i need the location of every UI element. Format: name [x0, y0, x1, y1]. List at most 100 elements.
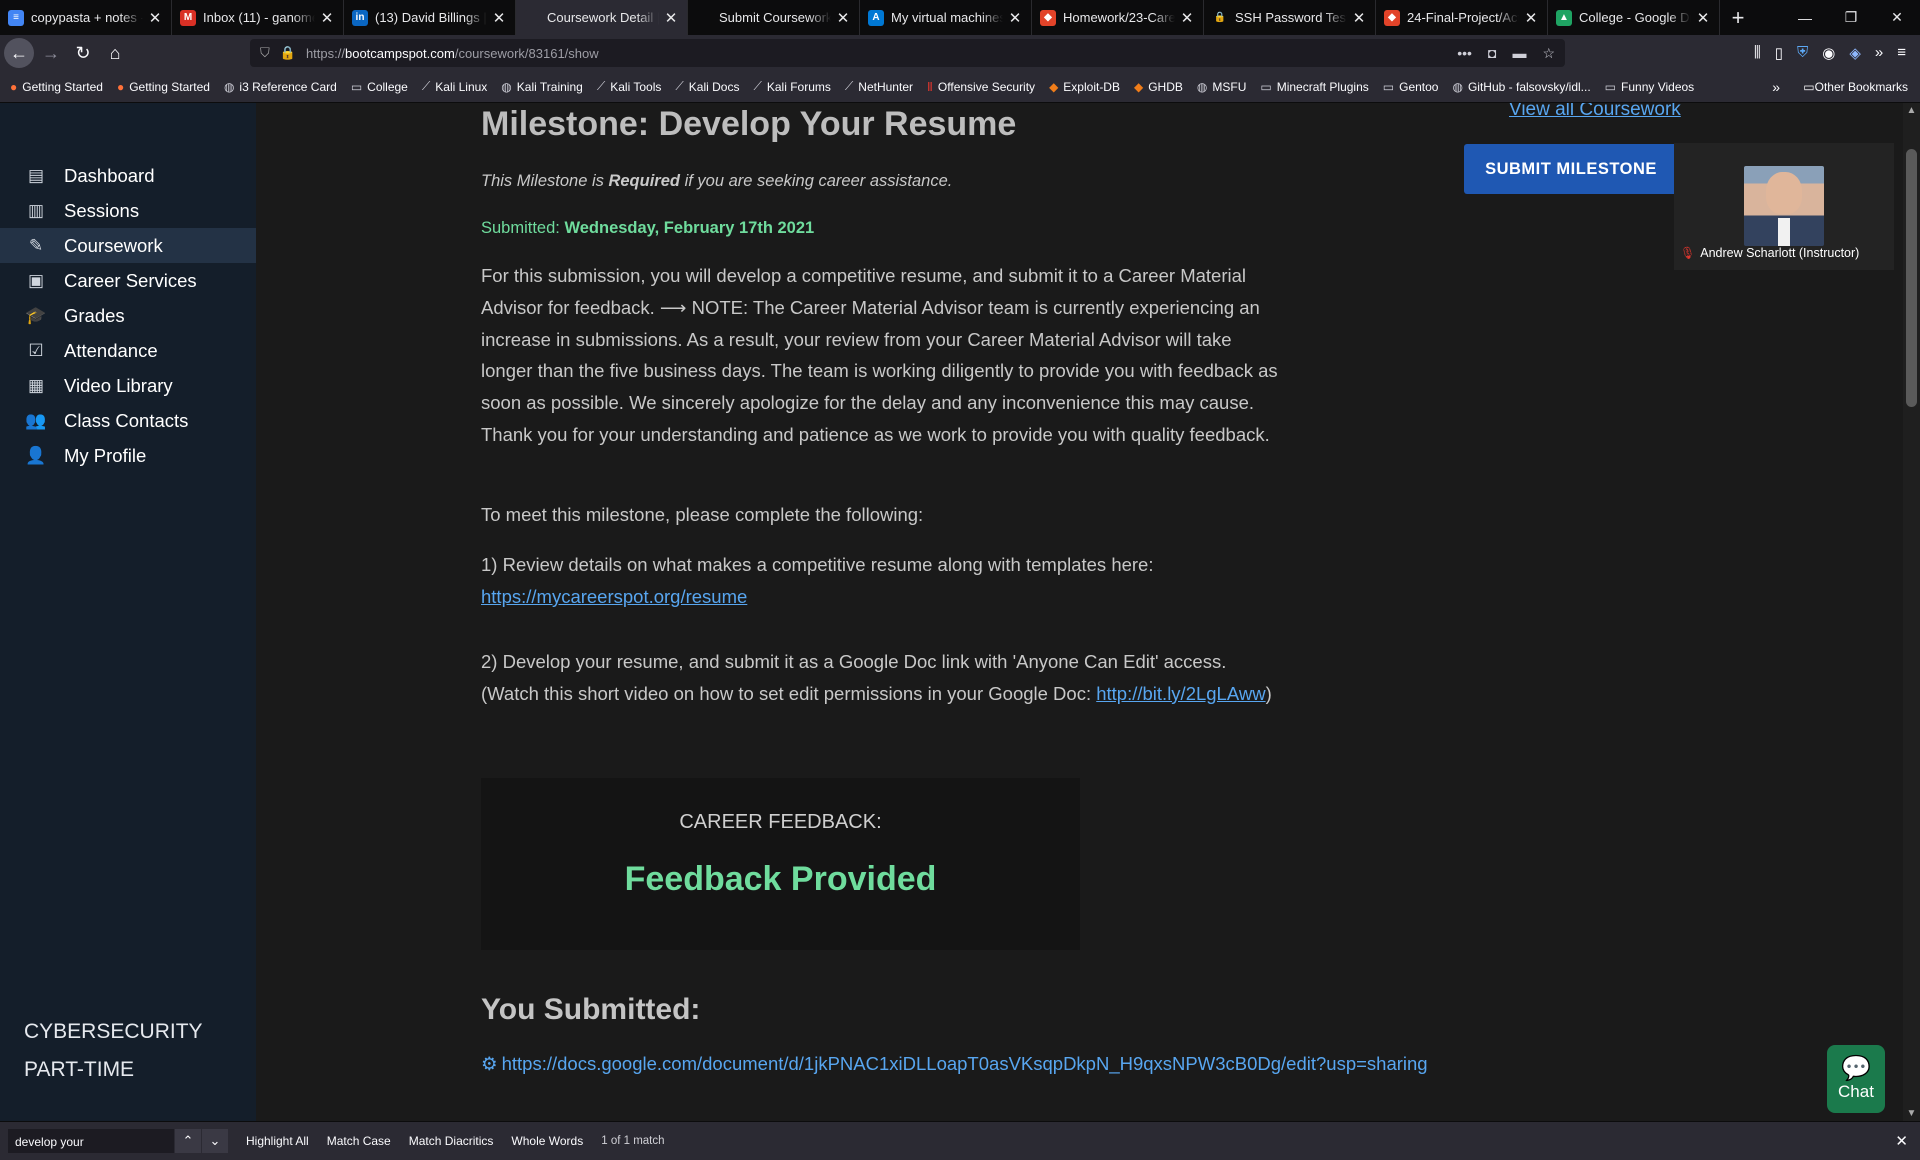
- bookmark-item[interactable]: ● Getting Started: [117, 80, 210, 94]
- close-tab-icon[interactable]: ✕: [1007, 9, 1023, 27]
- bookmark-item[interactable]: ▭ Funny Videos: [1605, 80, 1695, 94]
- close-window-icon[interactable]: ✕: [1874, 0, 1920, 35]
- muted-mic-icon: 🎙: [1680, 246, 1696, 260]
- sidebar-item-class-contacts[interactable]: 👥 Class Contacts: [0, 403, 256, 438]
- browser-tab[interactable]: 🔒 SSH Password Testin ✕: [1204, 0, 1376, 35]
- close-tab-icon[interactable]: ✕: [319, 9, 335, 27]
- url-host: bootcampspot.com: [344, 45, 455, 61]
- bookmark-star-icon[interactable]: ☆: [1542, 45, 1555, 62]
- zoom-video-tile[interactable]: 🎙 Andrew Scharlott (Instructor): [1674, 143, 1894, 270]
- user-icon: 👤: [25, 445, 47, 465]
- other-bookmarks[interactable]: ▭ Other Bookmarks: [1803, 80, 1908, 94]
- pocket-icon[interactable]: ◘: [1488, 45, 1496, 62]
- match-case-toggle[interactable]: Match Case: [327, 1134, 391, 1148]
- bookmark-item[interactable]: ◍ i3 Reference Card: [224, 80, 337, 94]
- whole-words-toggle[interactable]: Whole Words: [511, 1134, 583, 1148]
- container-icon[interactable]: ◈: [1849, 44, 1861, 62]
- sidebar-item-attendance[interactable]: ☑ Attendance: [0, 333, 256, 368]
- new-tab-button[interactable]: +: [1720, 0, 1756, 35]
- browser-tab[interactable]: ◆ 24-Final-Project/Acti ✕: [1376, 0, 1548, 35]
- bookmark-item[interactable]: Ⅱ Offensive Security: [927, 80, 1035, 94]
- browser-tab[interactable]: in (13) David Billings | L ✕: [344, 0, 516, 35]
- sidebar-item-career-services[interactable]: ▣ Career Services: [0, 263, 256, 298]
- bookmark-item[interactable]: ⟋ Kali Forums: [753, 79, 830, 94]
- back-arrow-icon[interactable]: ←: [4, 38, 34, 68]
- close-tab-icon[interactable]: ✕: [1179, 9, 1195, 27]
- browser-tab[interactable]: Coursework Detail | Boo ✕: [516, 0, 688, 35]
- bookmark-item[interactable]: ◍ Kali Training: [501, 80, 583, 94]
- sidebar-toggle-icon[interactable]: ▯: [1775, 44, 1783, 62]
- url-bar[interactable]: ⛉ 🔒 https://bootcampspot.com/coursework/…: [250, 39, 1565, 67]
- sidebar-item-label: Career Services: [64, 269, 197, 291]
- close-tab-icon[interactable]: ✕: [663, 9, 679, 27]
- window-controls: — ❐ ✕: [1782, 0, 1920, 35]
- close-tab-icon[interactable]: ✕: [1695, 9, 1711, 27]
- find-next-icon[interactable]: ⌄: [202, 1129, 228, 1153]
- sessions-icon: ▥: [27, 200, 45, 220]
- restore-icon[interactable]: ❐: [1828, 0, 1874, 35]
- sidebar-item-sessions[interactable]: ▥ Sessions: [0, 193, 256, 228]
- browser-tab[interactable]: A My virtual machines ✕: [860, 0, 1032, 35]
- bitwarden-icon[interactable]: ⛨: [1797, 44, 1808, 62]
- minimize-icon[interactable]: —: [1782, 0, 1828, 35]
- find-bar: develop your ⌃ ⌄ Highlight All Match Cas…: [0, 1121, 1920, 1160]
- close-tab-icon[interactable]: ✕: [147, 9, 163, 27]
- tab-title: Submit Coursework | Bo: [719, 10, 831, 25]
- bookmark-item[interactable]: ▭ Gentoo: [1383, 80, 1439, 94]
- video-link[interactable]: http://bit.ly/2LgLAww: [1096, 683, 1265, 704]
- highlight-all-toggle[interactable]: Highlight All: [246, 1134, 309, 1148]
- bookmark-item[interactable]: ◆ Exploit-DB: [1049, 80, 1120, 94]
- program-name: CYBERSECURITY PART-TIME: [24, 1013, 203, 1089]
- bookmark-item[interactable]: ⟋ Kali Tools: [597, 79, 662, 94]
- reload-icon[interactable]: ↻: [68, 38, 98, 68]
- page-actions-icon[interactable]: •••: [1457, 45, 1472, 62]
- extension-icon[interactable]: ◉: [1822, 44, 1835, 62]
- lock-icon[interactable]: 🔒: [280, 45, 296, 61]
- close-tab-icon[interactable]: ✕: [835, 9, 851, 27]
- sidebar-item-coursework[interactable]: ✎ Coursework: [0, 228, 256, 263]
- resume-templates-link[interactable]: https://mycareerspot.org/resume: [481, 586, 747, 607]
- find-previous-icon[interactable]: ⌃: [175, 1129, 201, 1153]
- tracking-shield-icon[interactable]: ⛉: [260, 45, 270, 61]
- bookmark-item[interactable]: ▭ Minecraft Plugins: [1260, 80, 1368, 94]
- flag-icon[interactable]: ▬: [1512, 45, 1526, 62]
- sidebar-item-my-profile[interactable]: 👤 My Profile: [0, 438, 256, 473]
- close-tab-icon[interactable]: ✕: [1351, 9, 1367, 27]
- browser-tab[interactable]: Submit Coursework | Bo ✕: [688, 0, 860, 35]
- submit-milestone-button[interactable]: SUBMIT MILESTONE: [1464, 144, 1678, 194]
- browser-tab[interactable]: ▲ College - Google Driv ✕: [1548, 0, 1720, 35]
- bookmark-item[interactable]: ◍ GitHub - falsovsky/idl...: [1452, 80, 1590, 94]
- sidebar-item-grades[interactable]: 🎓 Grades: [0, 298, 256, 333]
- bookmark-item[interactable]: ⟋ NetHunter: [845, 79, 913, 94]
- sidebar-item-video-library[interactable]: ▦ Video Library: [0, 368, 256, 403]
- find-input[interactable]: develop your: [8, 1129, 174, 1153]
- close-tab-icon[interactable]: ✕: [1523, 9, 1539, 27]
- scroll-down-icon[interactable]: ▼: [1903, 1108, 1920, 1119]
- browser-tab[interactable]: ◆ Homework/23-Caree ✕: [1032, 0, 1204, 35]
- bookmark-item[interactable]: ◍ MSFU: [1197, 80, 1246, 94]
- bookmark-item[interactable]: ⟋ Kali Docs: [675, 79, 739, 94]
- bookmark-item[interactable]: ◆ GHDB: [1134, 80, 1183, 94]
- browser-tab[interactable]: M Inbox (11) - ganome ✕: [172, 0, 344, 35]
- scrollbar-thumb[interactable]: [1906, 149, 1917, 407]
- page-scrollbar[interactable]: ▲ ▼: [1903, 103, 1920, 1121]
- close-tab-icon[interactable]: ✕: [491, 9, 507, 27]
- view-all-coursework-link[interactable]: View all Coursework: [1509, 103, 1681, 121]
- submitted-document-link[interactable]: https://docs.google.com/document/d/1jkPN…: [502, 1053, 1428, 1075]
- bookmark-item[interactable]: ● Getting Started: [10, 80, 103, 94]
- bookmark-item[interactable]: ▭ College: [351, 80, 408, 94]
- library-icon[interactable]: ⫼: [1754, 44, 1761, 62]
- scroll-up-icon[interactable]: ▲: [1903, 105, 1920, 116]
- find-close-icon[interactable]: ✕: [1895, 1132, 1908, 1150]
- sidebar-item-dashboard[interactable]: ▤ Dashboard: [0, 158, 256, 193]
- bookmark-label: Kali Linux: [435, 79, 488, 94]
- chat-button[interactable]: 💬 Chat: [1827, 1045, 1885, 1113]
- bookmark-item[interactable]: ⟋ Kali Linux: [422, 79, 487, 94]
- match-diacritics-toggle[interactable]: Match Diacritics: [409, 1134, 494, 1148]
- forward-arrow-icon[interactable]: →: [36, 38, 66, 68]
- browser-tab[interactable]: ≡ copypasta + notes - ✕: [0, 0, 172, 35]
- overflow-chevron-icon[interactable]: »: [1875, 44, 1883, 62]
- home-icon[interactable]: ⌂: [100, 38, 130, 68]
- hamburger-menu-icon[interactable]: ≡: [1897, 44, 1906, 62]
- bookmarks-overflow-icon[interactable]: »: [1772, 79, 1780, 95]
